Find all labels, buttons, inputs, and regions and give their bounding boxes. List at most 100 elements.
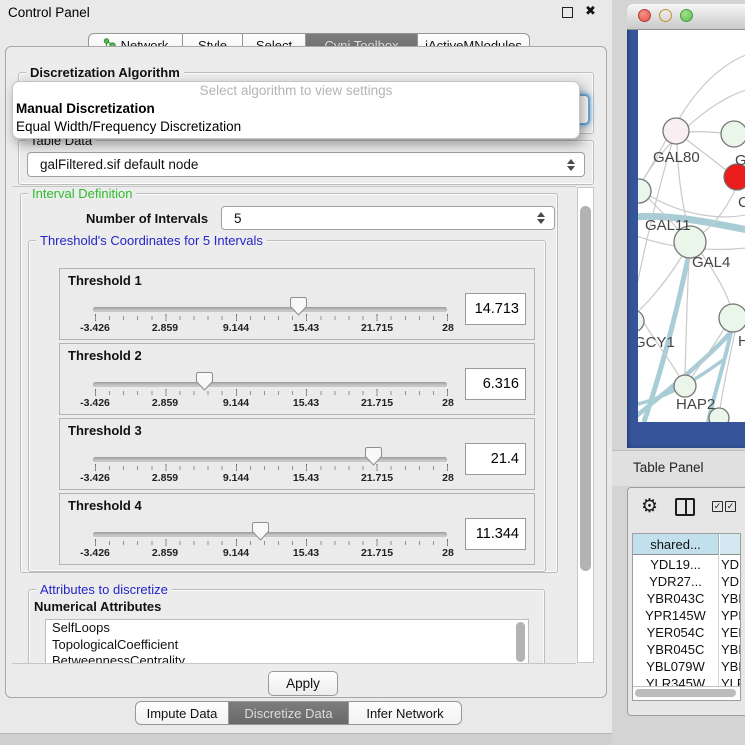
threshold-4-label: Threshold 4 <box>68 498 142 513</box>
tick-label: 9.144 <box>223 472 249 484</box>
node-label-gal11: GAL11 <box>645 217 691 234</box>
table-row[interactable]: YDL19...YDL1 <box>633 556 740 573</box>
dropdown-item-manual-discretization[interactable]: Manual Discretization <box>13 100 579 118</box>
table-hscrollbar-track[interactable] <box>633 686 740 700</box>
threshold-1-value-field[interactable] <box>465 293 526 325</box>
tick-label: 21.715 <box>361 547 393 559</box>
list-item[interactable]: BetweennessCentrality <box>46 653 528 664</box>
main-scrollbar-track[interactable] <box>577 187 594 663</box>
tick-label: -3.426 <box>80 547 110 559</box>
number-of-intervals-label: Number of Intervals <box>86 211 208 226</box>
desktop-background <box>0 733 612 745</box>
node-gal80[interactable] <box>663 118 689 144</box>
main-scrollbar-thumb[interactable] <box>580 206 591 571</box>
node-gcy1[interactable] <box>638 310 644 332</box>
threshold-1-slider-track[interactable] <box>93 307 447 312</box>
column-layout-icon[interactable] <box>675 498 695 516</box>
threshold-3-panel: Threshold 3 -3.426 2.859 9.144 15.43 21.… <box>59 418 535 490</box>
dropdown-item-equal-width-frequency[interactable]: Equal Width/Frequency Discretization <box>13 118 579 136</box>
node-label-gal4: GAL4 <box>692 254 730 271</box>
threshold-4-slider-thumb[interactable] <box>251 521 270 541</box>
threshold-3-slider-track[interactable] <box>93 457 447 462</box>
screen: Control Panel ✖ Network Style Select Cyn… <box>0 0 745 745</box>
table-row[interactable]: YPR145WYPR1 <box>633 607 740 624</box>
control-panel-window: Control Panel ✖ Network Style Select Cyn… <box>0 0 613 733</box>
table-row[interactable]: YBL079WYBL0 <box>633 658 740 675</box>
window-title: Control Panel <box>8 5 90 20</box>
attributes-group-label: Attributes to discretize <box>36 582 172 597</box>
node-label-ga: GA <box>735 152 745 169</box>
tab-impute-data[interactable]: Impute Data <box>135 701 229 725</box>
table-row[interactable]: YDR27...YDR2 <box>633 573 740 590</box>
column-header-shared-name[interactable]: shared... <box>633 534 719 555</box>
tick-label: 2.859 <box>152 547 178 559</box>
threshold-2-slider-thumb[interactable] <box>195 371 214 391</box>
threshold-2-slider-track[interactable] <box>93 382 447 387</box>
column-header-name[interactable]: na <box>720 534 741 555</box>
network-canvas[interactable]: GAL80 GA C GAL11 GAL4 GCY1 H HAP2 <box>638 30 745 422</box>
threshold-2-value-field[interactable] <box>465 368 526 400</box>
right-column: GAL80 GA C GAL11 GAL4 GCY1 H HAP2 <box>612 0 745 745</box>
numerical-attributes-list[interactable]: SelfLoops TopologicalCoefficient Between… <box>45 619 529 664</box>
tick-label: 21.715 <box>361 472 393 484</box>
threshold-4-value-field[interactable] <box>465 518 526 550</box>
table-data-combo[interactable]: galFiltered.sif default node <box>27 152 585 177</box>
dropdown-placeholder: Select algorithm to view settings <box>13 82 579 100</box>
table-data-combo-value: galFiltered.sif default node <box>40 157 198 172</box>
list-item[interactable]: SelfLoops <box>46 620 528 637</box>
threshold-3-slider-thumb[interactable] <box>364 446 383 466</box>
network-view-window: GAL80 GA C GAL11 GAL4 GCY1 H HAP2 <box>627 4 745 448</box>
network-window-titlebar[interactable] <box>627 4 745 30</box>
interval-definition-group: Interval Definition Number of Intervals … <box>20 193 558 573</box>
tab-infer-network[interactable]: Infer Network <box>348 701 462 725</box>
node-label-c: C <box>738 194 745 211</box>
tab-impute-data-label: Impute Data <box>147 706 218 721</box>
threshold-3-value-field[interactable] <box>465 443 526 475</box>
tick-label: 2.859 <box>152 397 178 409</box>
zoom-traffic-light[interactable] <box>680 9 693 22</box>
node-label-gcy1: GCY1 <box>638 334 675 351</box>
discretization-algorithm-group-label: Discretization Algorithm <box>26 65 184 80</box>
tick-label: 15.43 <box>293 547 319 559</box>
tick-label: 28 <box>442 547 454 559</box>
checkbox-icon[interactable]: ✓ <box>712 501 723 512</box>
tick-label: 9.144 <box>223 397 249 409</box>
minimize-traffic-light[interactable] <box>659 9 672 22</box>
list-scrollbar-thumb[interactable] <box>516 622 525 662</box>
gear-icon[interactable]: ⚙ <box>641 495 658 517</box>
tick-label: -3.426 <box>80 397 110 409</box>
table-row[interactable]: YER054CYER0 <box>633 624 740 641</box>
checkbox-icon[interactable]: ✓ <box>725 501 736 512</box>
table-panel-window: ⚙ ✓ ✓ shared... na YDL19...YDL1 YDR27...… <box>627 487 745 716</box>
tab-discretize-data[interactable]: Discretize Data <box>228 701 349 725</box>
table-row[interactable]: YBR045CYBR0 <box>633 641 740 658</box>
close-icon[interactable]: ✖ <box>585 5 596 18</box>
tick-label: 15.43 <box>293 322 319 334</box>
node-h[interactable] <box>719 304 745 332</box>
apply-button[interactable]: Apply <box>268 671 338 696</box>
combo-arrows-icon <box>567 159 575 171</box>
tick-label: 28 <box>442 472 454 484</box>
interval-definition-label: Interval Definition <box>28 186 136 201</box>
network-graph: GAL80 GA C GAL11 GAL4 GCY1 H HAP2 <box>638 30 745 422</box>
tick-label: 28 <box>442 322 454 334</box>
node-ga[interactable] <box>721 121 745 147</box>
slider-ticks <box>95 541 448 545</box>
float-window-icon[interactable] <box>562 7 573 18</box>
node-label-gal80: GAL80 <box>653 149 700 166</box>
table-panel-header: Table Panel <box>612 450 745 486</box>
table-panel-title: Table Panel <box>633 460 704 475</box>
numerical-attributes-label: Numerical Attributes <box>34 599 161 614</box>
tab-discretize-data-label: Discretize Data <box>244 706 332 721</box>
tick-label: 15.43 <box>293 397 319 409</box>
number-of-intervals-spinner[interactable]: 5 <box>221 206 555 230</box>
list-item[interactable]: TopologicalCoefficient <box>46 637 528 654</box>
table-row[interactable]: YBR043CYBR0 <box>633 590 740 607</box>
threshold-1-slider-thumb[interactable] <box>289 296 308 316</box>
threshold-3-label: Threshold 3 <box>68 423 142 438</box>
slider-ticks <box>95 391 448 395</box>
tick-label: 9.144 <box>223 322 249 334</box>
close-traffic-light[interactable] <box>638 9 651 22</box>
node-hap2[interactable] <box>674 375 696 397</box>
table-hscrollbar-thumb[interactable] <box>635 689 736 697</box>
